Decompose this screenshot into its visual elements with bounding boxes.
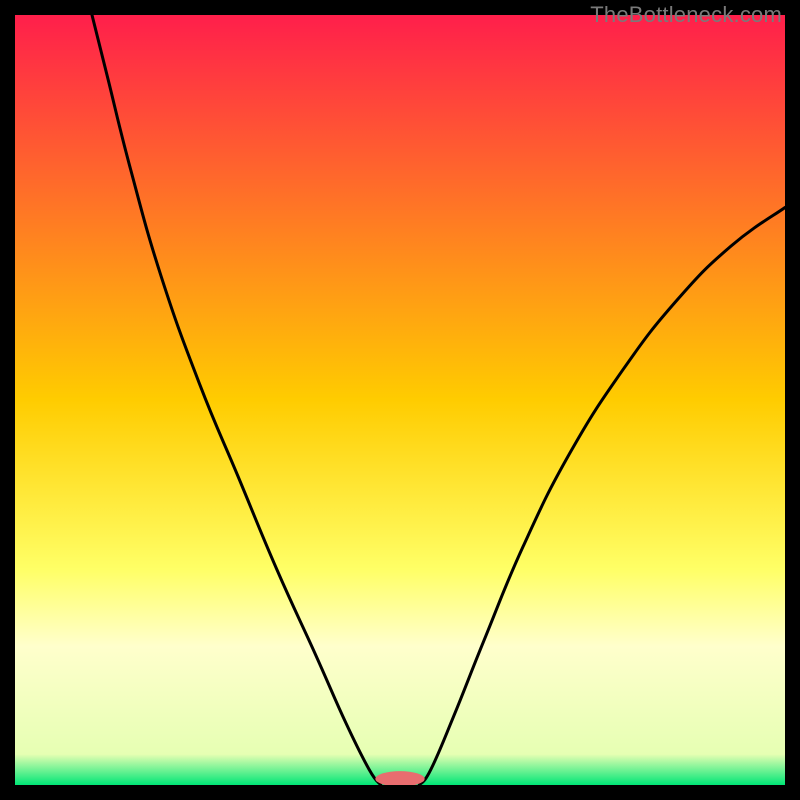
watermark-text: TheBottleneck.com xyxy=(590,2,782,28)
gradient-fill xyxy=(15,15,785,785)
bottleneck-chart xyxy=(15,15,785,785)
